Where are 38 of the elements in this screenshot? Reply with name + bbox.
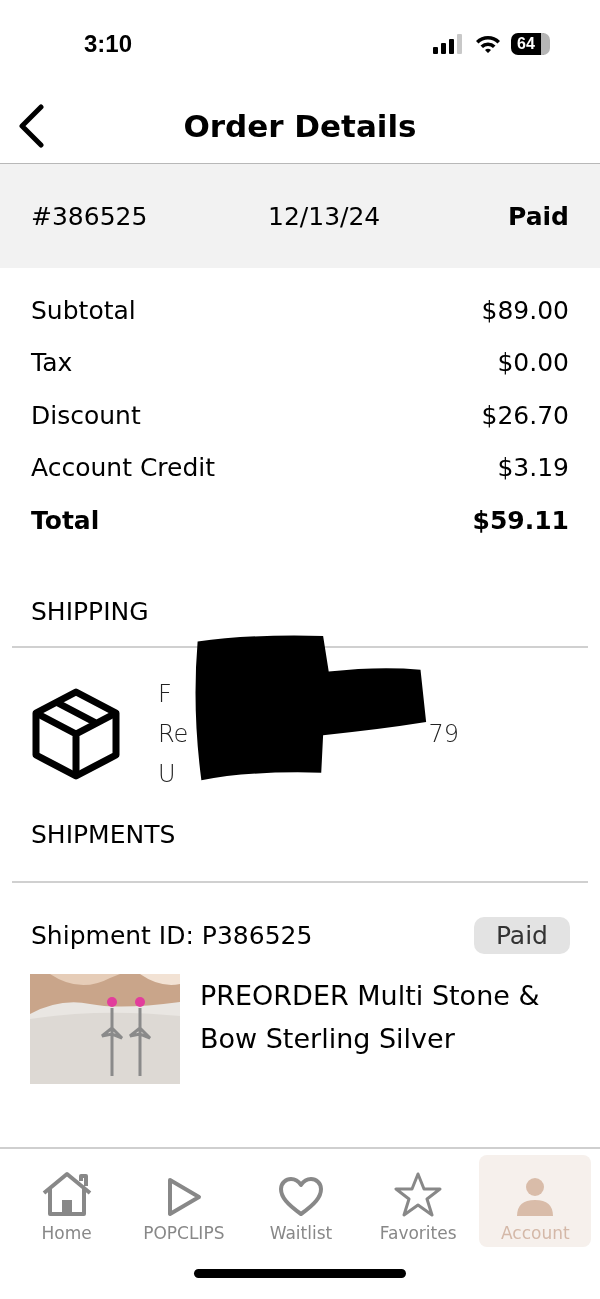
back-icon[interactable] [17,103,45,148]
product-name[interactable]: PREORDER Multi Stone & Bow Sterling Silver [200,973,570,1084]
price-label: Discount [31,400,141,430]
tab-bar-item[interactable]: POPCLIPS [127,1155,240,1247]
package-icon [32,687,120,780]
order-date: 12/13/24 [268,201,382,231]
address-text: U [158,759,176,788]
shipment-id: Shipment ID: P386525 [31,920,313,950]
price-label: Subtotal [31,295,136,325]
section-heading: SHIPMENTS [30,818,177,851]
star-icon [394,1171,443,1217]
play-icon [165,1177,202,1217]
tab-bar-item[interactable]: Waitlist [244,1155,357,1247]
section-heading: SHIPPING [30,595,150,628]
page-title: Order Details [183,107,417,144]
status-time: 3:10 [84,30,133,58]
price-amount: $0.00 [497,348,569,378]
home-icon [40,1171,93,1217]
address-text: 79 [428,719,459,748]
battery-icon: 64 [511,33,550,55]
tab-bar-item[interactable]: Home [10,1155,123,1247]
total-amount: $59.11 [472,505,569,535]
price-amount: $26.70 [481,400,569,430]
address-text: Re [158,719,189,748]
heart-icon [278,1177,323,1217]
signal-icon [433,34,465,54]
price-label: Tax [31,348,73,378]
order-status: Paid [508,201,569,231]
price-amount: $89.00 [481,295,569,325]
tab-bar-item[interactable]: Favorites [362,1155,475,1247]
person-icon [516,1177,555,1217]
order-number: #386525 [31,201,149,231]
status-badge: Paid [473,916,570,954]
address-text: F [158,679,172,708]
price-label: Account Credit [31,453,216,483]
wifi-icon [475,34,501,54]
total-label: Total [31,505,100,535]
price-amount: $3.19 [497,453,569,483]
